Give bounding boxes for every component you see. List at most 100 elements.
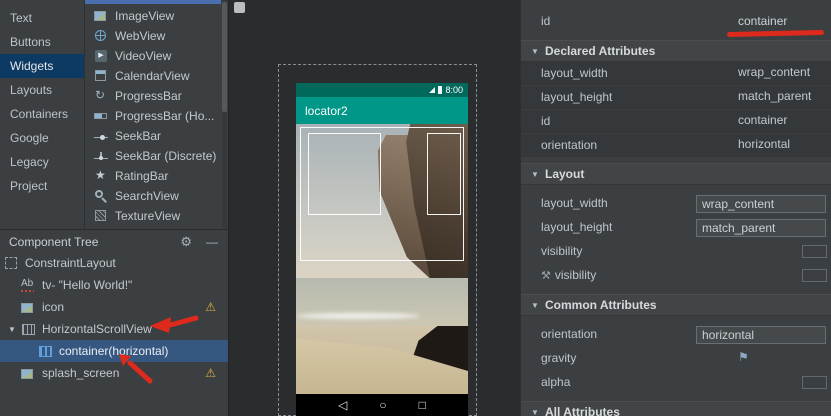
child-view-overlay[interactable] bbox=[427, 133, 461, 215]
palette-item-imageview[interactable]: ImageView bbox=[85, 6, 228, 26]
section-header-declared-attributes[interactable]: ▼Declared Attributes bbox=[521, 40, 831, 62]
calendarview-icon bbox=[94, 69, 108, 83]
attribute-value-dropdown[interactable]: match_parent bbox=[696, 219, 826, 237]
palette-item-label: RatingBar bbox=[115, 169, 168, 183]
attribute-value-field[interactable] bbox=[802, 245, 827, 258]
searchview-icon bbox=[94, 189, 108, 203]
image-icon bbox=[21, 367, 37, 380]
attribute-row-id: id container bbox=[521, 10, 831, 34]
attribute-value-field[interactable] bbox=[802, 269, 827, 282]
constraintlayout-icon bbox=[4, 257, 20, 270]
palette-category-legacy[interactable]: Legacy bbox=[0, 150, 84, 174]
palette-category-containers[interactable]: Containers bbox=[0, 102, 84, 126]
section-title: Layout bbox=[545, 167, 584, 181]
chevron-down-icon: ▼ bbox=[531, 47, 539, 56]
attribute-label: orientation bbox=[541, 327, 597, 341]
device-nav-bar: ◁○□ bbox=[296, 394, 468, 416]
palette-item-seekbar[interactable]: SeekBar bbox=[85, 126, 228, 146]
section-header-common-attributes[interactable]: ▼Common Attributes bbox=[521, 294, 831, 316]
canvas-corner-icon bbox=[234, 2, 245, 13]
battery-icon bbox=[438, 86, 442, 94]
attribute-label: orientation bbox=[541, 138, 597, 152]
attribute-value-field[interactable] bbox=[802, 376, 827, 389]
attribute-label: id bbox=[541, 14, 550, 28]
progressbar-horizontal-icon bbox=[94, 109, 108, 123]
webview-icon bbox=[94, 29, 108, 43]
attribute-value[interactable]: wrap_content bbox=[738, 65, 810, 79]
palette-item-videoview[interactable]: VideoView bbox=[85, 46, 228, 66]
tree-item-splash-screen[interactable]: splash_screen⚠ bbox=[0, 362, 228, 384]
attribute-label: layout_width bbox=[541, 66, 608, 80]
attribute-row-layout-height: layout_height match_parent bbox=[521, 86, 831, 109]
chevron-down-icon: ▼ bbox=[531, 408, 539, 416]
ratingbar-icon bbox=[94, 169, 108, 183]
attribute-label: visibility bbox=[541, 244, 582, 258]
attribute-value[interactable]: match_parent bbox=[738, 89, 811, 103]
attribute-label: ⚒visibility bbox=[541, 268, 596, 282]
attribute-row-visibility: visibility bbox=[521, 240, 831, 264]
child-view-overlay[interactable] bbox=[308, 133, 381, 215]
back-icon: ◁ bbox=[338, 398, 347, 412]
palette-item-calendarview[interactable]: CalendarView bbox=[85, 66, 228, 86]
attribute-label: layout_width bbox=[541, 196, 608, 210]
attribute-row-visibility: ⚒visibility bbox=[521, 264, 831, 288]
imageview-icon bbox=[94, 9, 108, 23]
image-icon bbox=[21, 301, 37, 314]
tree-item-label: splash_screen bbox=[42, 366, 119, 380]
minimize-icon[interactable] bbox=[206, 235, 218, 249]
annotation-underline bbox=[727, 30, 824, 37]
palette-item-progressbar-ho[interactable]: ProgressBar (Ho... bbox=[85, 106, 228, 126]
palette-items: ImageViewWebViewVideoViewCalendarViewPro… bbox=[85, 0, 228, 226]
signal-icon bbox=[429, 87, 435, 93]
palette-widget-list: ImageViewWebViewVideoViewCalendarViewPro… bbox=[85, 0, 228, 229]
device-preview[interactable]: 8:00 locator2 ◁○□ bbox=[296, 83, 468, 416]
palette-category-layouts[interactable]: Layouts bbox=[0, 78, 84, 102]
design-canvas[interactable]: 8:00 locator2 ◁○□ bbox=[228, 0, 520, 416]
palette-scrollbar[interactable] bbox=[222, 0, 227, 228]
status-time: 8:00 bbox=[445, 85, 463, 95]
attribute-label: gravity bbox=[541, 351, 576, 365]
attribute-value[interactable]: container bbox=[738, 113, 787, 127]
attribute-label: layout_height bbox=[541, 90, 612, 104]
textview-icon bbox=[21, 279, 37, 292]
palette-item-seekbar-discrete[interactable]: SeekBar (Discrete) bbox=[85, 146, 228, 166]
palette-category-buttons[interactable]: Buttons bbox=[0, 30, 84, 54]
tree-item-tv-hello-world[interactable]: tv- "Hello World!" bbox=[0, 274, 228, 296]
palette-item-label: WebView bbox=[115, 29, 165, 43]
attribute-value-field[interactable]: container bbox=[738, 14, 787, 28]
palette-item-progressbar[interactable]: ProgressBar bbox=[85, 86, 228, 106]
flag-icon[interactable]: ⚑ bbox=[738, 350, 749, 364]
attribute-value-dropdown[interactable]: wrap_content bbox=[696, 195, 826, 213]
component-tree-title: Component Tree bbox=[9, 235, 180, 249]
attribute-row-layout-width: layout_width wrap_content bbox=[521, 62, 831, 85]
chevron-down-icon[interactable]: ▼ bbox=[8, 325, 21, 334]
gear-icon[interactable] bbox=[180, 234, 192, 250]
tree-item-icon[interactable]: icon⚠ bbox=[0, 296, 228, 318]
scrollbar-thumb[interactable] bbox=[222, 2, 227, 112]
palette-item-ratingbar[interactable]: RatingBar bbox=[85, 166, 228, 186]
component-tree-items: ConstraintLayouttv- "Hello World!"icon⚠▼… bbox=[0, 252, 228, 384]
tree-item-constraintlayout[interactable]: ConstraintLayout bbox=[0, 252, 228, 274]
tree-item-label: ConstraintLayout bbox=[25, 256, 116, 270]
palette-item-searchview[interactable]: SearchView bbox=[85, 186, 228, 206]
tree-item-horizontalscrollview[interactable]: ▼HorizontalScrollView bbox=[0, 318, 228, 340]
attribute-value[interactable]: horizontal bbox=[738, 137, 790, 151]
android-studio-layout-editor: TextButtonsWidgetsLayoutsContainersGoogl… bbox=[0, 0, 831, 416]
attribute-value-dropdown[interactable]: horizontal bbox=[696, 326, 826, 344]
palette-item-webview[interactable]: WebView bbox=[85, 26, 228, 46]
palette-category-project[interactable]: Project bbox=[0, 174, 84, 198]
attribute-row-alpha: alpha bbox=[521, 371, 831, 395]
device-status-bar: 8:00 bbox=[296, 83, 468, 97]
palette-item-textureview[interactable]: TextureView bbox=[85, 206, 228, 226]
palette-category-text[interactable]: Text bbox=[0, 6, 84, 30]
section-header-layout[interactable]: ▼Layout bbox=[521, 163, 831, 185]
section-header-all-attributes[interactable]: ▼All Attributes bbox=[521, 401, 831, 416]
attributes-sections: ▼Declared Attributes layout_width wrap_con… bbox=[521, 40, 831, 416]
attribute-label: alpha bbox=[541, 375, 570, 389]
palette-category-widgets[interactable]: Widgets bbox=[0, 54, 84, 78]
photo-sea bbox=[296, 278, 468, 327]
palette-category-google[interactable]: Google bbox=[0, 126, 84, 150]
tree-item-container-horizontal[interactable]: container(horizontal) bbox=[0, 340, 228, 362]
attributes-panel: id container ▼Declared Attributeslayout_… bbox=[520, 0, 831, 416]
palette-item-label: VideoView bbox=[115, 49, 171, 63]
